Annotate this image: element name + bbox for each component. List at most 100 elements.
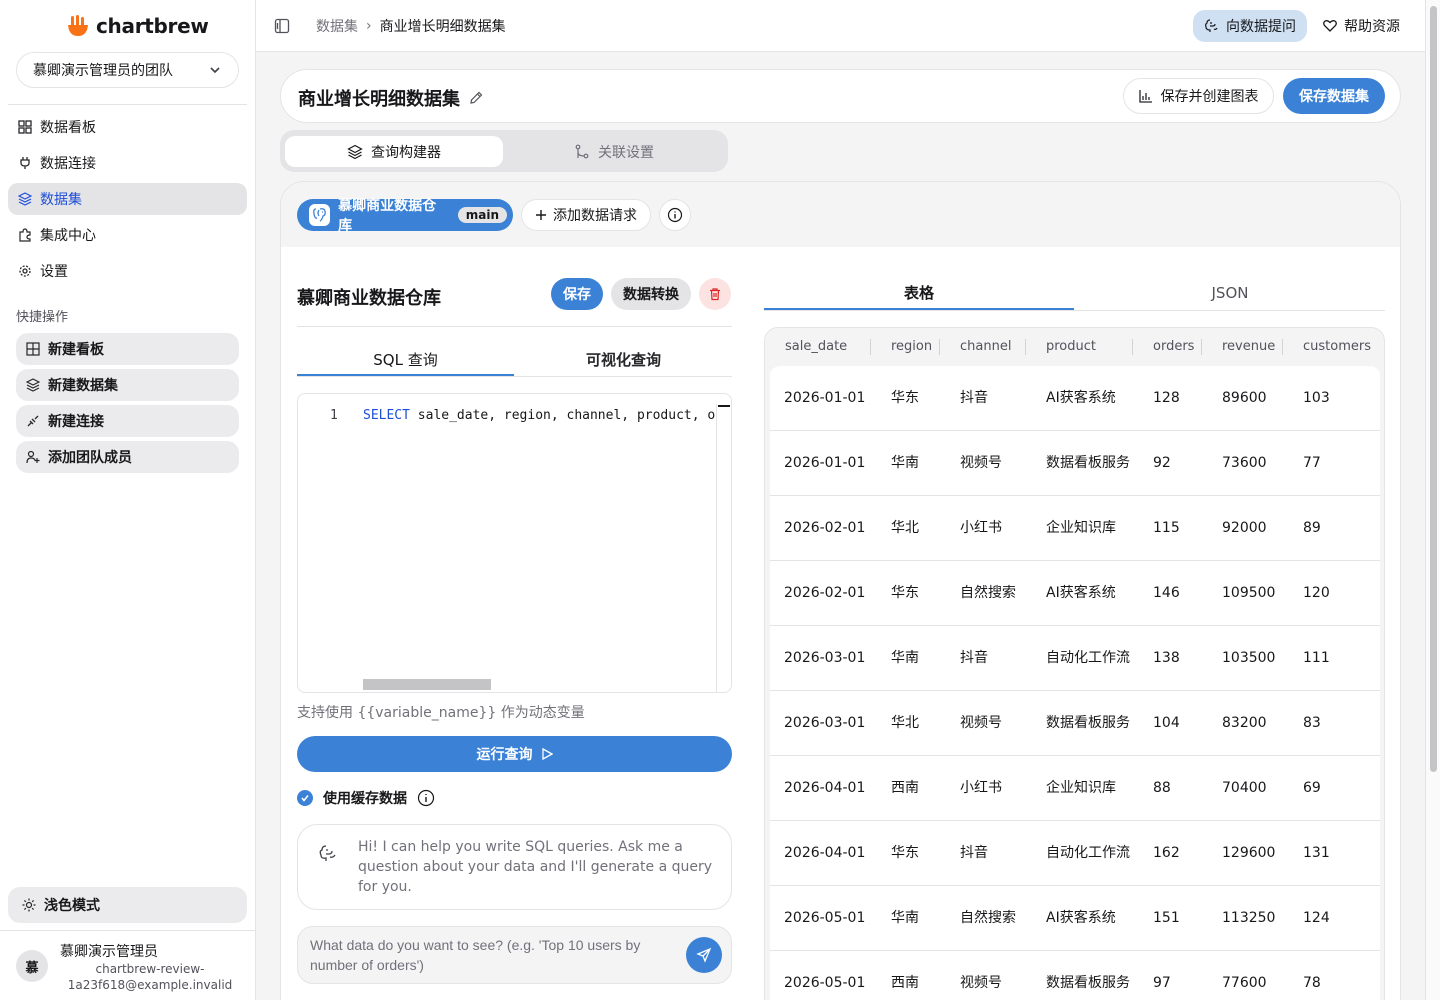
table-cell-orders: 88 (1153, 780, 1171, 796)
page-scrollbar[interactable] (1425, 0, 1440, 1000)
checkmark-icon (301, 795, 309, 802)
sidebar-item-dashboards[interactable]: 数据看板 (8, 111, 247, 143)
info-icon[interactable] (417, 789, 435, 807)
table-cell-orders: 92 (1153, 455, 1171, 471)
column-header-label: customers (1303, 339, 1371, 354)
column-header-revenue[interactable]: revenue (1202, 328, 1283, 366)
quick-new-dashboard[interactable]: 新建看板 (16, 333, 239, 365)
table-row: 2026-04-01 西南 小红书 企业知识库 88 70400 69 (770, 756, 1380, 821)
tab-relations[interactable]: 关联设置 (505, 136, 723, 167)
sql-code-line[interactable]: SELECT sale_date, region, channel, produ… (363, 408, 715, 423)
table-cell-channel: 抖音 (960, 650, 988, 666)
sql-editor[interactable]: 1 SELECT sale_date, region, channel, pro… (297, 393, 732, 693)
ai-prompt-box (297, 926, 732, 984)
column-header-customers[interactable]: customers (1283, 328, 1384, 366)
data-transform-button[interactable]: 数据转换 (611, 278, 691, 310)
quick-add-member[interactable]: 添加团队成员 (16, 441, 239, 473)
page-scrollbar-thumb[interactable] (1430, 6, 1437, 772)
table-cell-orders: 128 (1153, 390, 1180, 406)
table-row: 2026-03-01 华北 视频号 数据看板服务 104 83200 83 (770, 691, 1380, 756)
table-cell-product: AI获客系统 (1046, 390, 1116, 406)
run-query-button[interactable]: 运行查询 (297, 736, 732, 772)
save-dataset-button[interactable]: 保存数据集 (1283, 78, 1385, 114)
table-cell-orders: 162 (1153, 845, 1180, 861)
table-row: 2026-02-01 华北 小红书 企业知识库 115 92000 89 (770, 496, 1380, 561)
table-cell-region: 华南 (891, 455, 919, 471)
column-header-orders[interactable]: orders (1133, 328, 1202, 366)
table-row: 2026-02-01 华东 自然搜索 AI获客系统 146 109500 120 (770, 561, 1380, 626)
user-profile[interactable]: 慕 慕卿演示管理员 chartbrew-review-1a23f618@exam… (0, 930, 255, 1000)
tabs-underline (297, 376, 732, 377)
table-cell-revenue: 70400 (1222, 780, 1267, 796)
table-cell-revenue: 113250 (1222, 910, 1276, 926)
edit-pencil-icon[interactable] (468, 90, 484, 106)
ask-data-button[interactable]: 向数据提问 (1193, 10, 1307, 42)
add-data-request-button[interactable]: 添加数据请求 (521, 199, 651, 231)
dataset-header: 商业增长明细数据集 保存并创建图表 保存数据集 (280, 69, 1401, 123)
sidebar-item-settings[interactable]: 设置 (8, 255, 247, 287)
sidebar-toggle-icon[interactable] (274, 18, 290, 34)
ai-message-text: Hi! I can help you write SQL queries. As… (358, 839, 713, 895)
chartbrew-logo[interactable]: chartbrew (66, 12, 209, 40)
quick-actions-title: 快捷操作 (16, 310, 69, 325)
send-icon (696, 947, 712, 963)
use-cache-checkbox[interactable] (297, 790, 313, 806)
info-button[interactable] (659, 199, 691, 231)
send-prompt-button[interactable] (686, 937, 722, 973)
brand-name: chartbrew (96, 14, 209, 38)
table-cell-revenue: 103500 (1222, 650, 1276, 666)
quick-action-label: 新建连接 (48, 414, 104, 430)
table-cell-orders: 97 (1153, 975, 1171, 991)
quick-new-dataset[interactable]: 新建数据集 (16, 369, 239, 401)
tab-visual-query[interactable]: 可视化查询 (515, 348, 732, 376)
layers-plus-icon (26, 378, 40, 392)
sidebar-item-datasets[interactable]: 数据集 (8, 183, 247, 215)
sidebar-item-label: 数据集 (40, 192, 82, 208)
sidebar-item-connections[interactable]: 数据连接 (8, 147, 247, 179)
table-cell-product: 数据看板服务 (1046, 715, 1130, 731)
dataset-title: 商业增长明细数据集 (298, 89, 460, 110)
sql-code-text: sale_date, region, channel, product, ord… (417, 408, 715, 423)
topbar: 数据集 › 商业增长明细数据集 向数据提问 帮助资源 (256, 0, 1440, 52)
play-icon (541, 748, 553, 760)
column-header-product[interactable]: product (1026, 328, 1133, 366)
tab-query-builder[interactable]: 查询构建器 (285, 136, 503, 167)
tab-label: 查询构建器 (371, 144, 441, 161)
table-cell-customers: 131 (1303, 845, 1330, 861)
column-header-channel[interactable]: channel (940, 328, 1026, 366)
info-icon (667, 207, 683, 223)
tab-table[interactable]: 表格 (764, 280, 1074, 310)
sidebar-item-integrations[interactable]: 集成中心 (8, 219, 247, 251)
breadcrumb-datasets-link[interactable]: 数据集 (316, 16, 358, 36)
add-data-request-label: 添加数据请求 (553, 208, 637, 224)
theme-toggle-button[interactable]: 浅色模式 (8, 887, 247, 923)
puzzle-icon (18, 228, 32, 242)
quick-new-connection[interactable]: 新建连接 (16, 405, 239, 437)
help-resources-button[interactable]: 帮助资源 (1322, 10, 1400, 42)
request-save-button[interactable]: 保存 (551, 278, 603, 310)
table-cell-customers: 77 (1303, 455, 1321, 471)
table-cell-region: 华南 (891, 910, 919, 926)
delete-request-button[interactable] (699, 278, 731, 310)
ai-prompt-input[interactable] (310, 935, 680, 979)
table-cell-sale_date: 2026-01-01 (784, 455, 866, 471)
column-header-label: orders (1153, 339, 1195, 354)
save-and-create-chart-button[interactable]: 保存并创建图表 (1123, 78, 1274, 114)
sidebar-nav: 数据看板 数据连接 数据集 集成中心 设置 (8, 111, 247, 291)
connection-chip[interactable]: 慕卿商业数据仓库 main (297, 198, 513, 234)
breadcrumb-current: 商业增长明细数据集 (379, 19, 506, 35)
chartbrew-logo-icon (68, 15, 88, 36)
chevron-down-icon (210, 67, 220, 74)
column-header-region[interactable]: region (871, 328, 940, 366)
editor-horizontal-scrollbar[interactable] (363, 679, 491, 690)
tab-sql-query[interactable]: SQL 查询 (297, 348, 514, 376)
layers-icon (18, 192, 32, 206)
table-row: 2026-04-01 华东 抖音 自动化工作流 162 129600 131 (770, 821, 1380, 886)
column-header-sale_date[interactable]: sale_date (765, 328, 871, 366)
table-cell-customers: 111 (1303, 650, 1330, 666)
table-cell-product: 自动化工作流 (1046, 650, 1130, 666)
ask-data-label: 向数据提问 (1226, 19, 1296, 35)
tab-json[interactable]: JSON (1075, 280, 1385, 310)
team-selector[interactable]: 慕卿演示管理员的团队 (16, 52, 239, 88)
column-header-label: channel (960, 339, 1012, 354)
